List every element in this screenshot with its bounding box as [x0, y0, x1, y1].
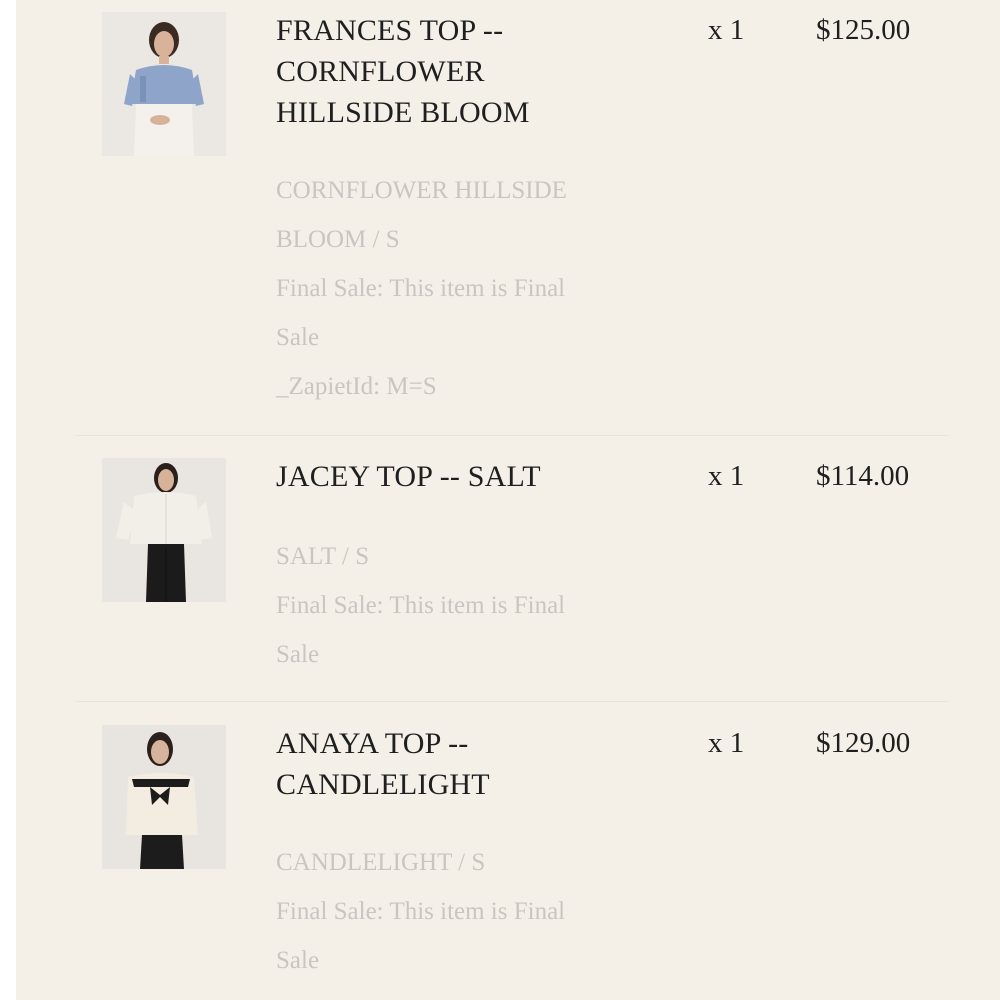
product-title-line: CORNFLOWER	[276, 55, 485, 88]
product-image[interactable]	[102, 458, 226, 602]
product-title-line: JACEY TOP -- SALT	[276, 460, 541, 493]
item-quantity: x 1	[708, 727, 745, 759]
item-options: SALT / S Final Sale: This item is Final …	[276, 532, 636, 679]
product-title-line: FRANCES TOP --	[276, 14, 504, 47]
option-line: Final Sale: This item is Final	[276, 898, 566, 925]
product-image[interactable]	[102, 725, 226, 869]
item-quantity: x 1	[708, 14, 745, 46]
item-price: $114.00	[816, 460, 910, 492]
product-title[interactable]: FRANCES TOP -- CORNFLOWER HILLSIDE BLOOM	[276, 10, 616, 133]
option-line: Sale	[276, 324, 320, 351]
product-title[interactable]: ANAYA TOP -- CANDLELIGHT	[276, 723, 616, 805]
option-line: SALT / S	[276, 543, 370, 570]
option-line: CORNFLOWER HILLSIDE	[276, 177, 567, 204]
item-price: $129.00	[816, 727, 911, 759]
product-photo-anaya	[102, 725, 226, 869]
item-quantity: x 1	[708, 460, 745, 492]
option-line: Final Sale: This item is Final	[276, 592, 566, 619]
option-line: Sale	[276, 947, 320, 974]
product-image[interactable]	[102, 12, 226, 156]
product-photo-frances	[102, 12, 226, 156]
product-title-line: CANDLELIGHT	[276, 768, 490, 801]
item-options: CORNFLOWER HILLSIDE BLOOM / S Final Sale…	[276, 166, 636, 411]
product-title[interactable]: JACEY TOP -- SALT	[276, 456, 616, 497]
option-line: _ZapietId: M=S	[276, 373, 437, 400]
product-photo-jacey	[102, 458, 226, 602]
product-title-line: ANAYA TOP --	[276, 727, 469, 760]
option-line: Sale	[276, 641, 320, 668]
item-options: CANDLELIGHT / S Final Sale: This item is…	[276, 838, 636, 985]
option-line: BLOOM / S	[276, 226, 400, 253]
option-line: CANDLELIGHT / S	[276, 849, 486, 876]
item-divider	[76, 701, 948, 702]
order-summary-panel: FRANCES TOP -- CORNFLOWER HILLSIDE BLOOM…	[16, 0, 1000, 1000]
item-price: $125.00	[816, 14, 911, 46]
item-divider	[76, 435, 948, 436]
option-line: Final Sale: This item is Final	[276, 275, 566, 302]
product-title-line: HILLSIDE BLOOM	[276, 96, 530, 129]
